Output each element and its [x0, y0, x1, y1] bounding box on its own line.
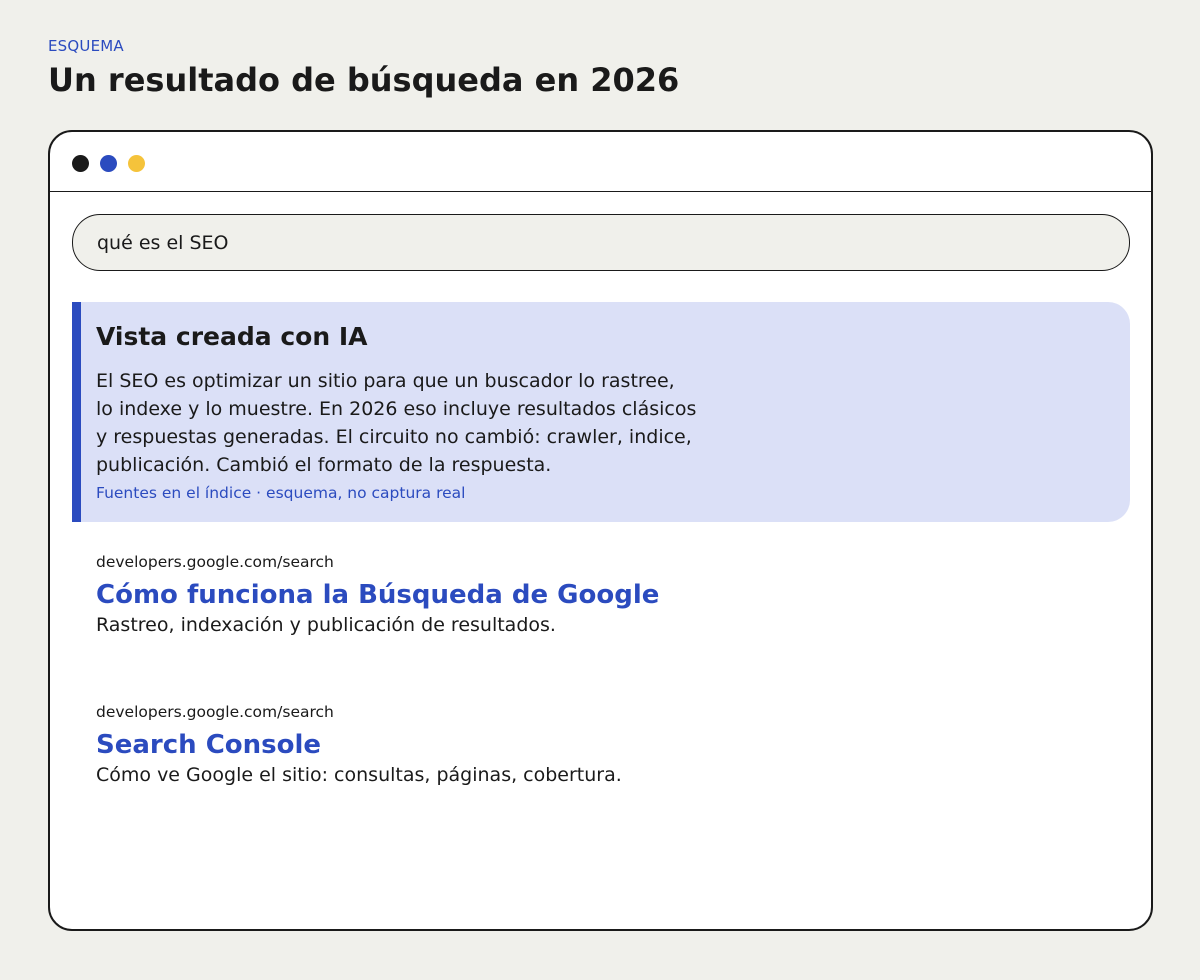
ai-overview-line: lo indexe y lo muestre. En 2026 eso incl…	[96, 398, 697, 420]
ai-overview-body: El SEO es optimizar un sitio para que un…	[96, 367, 1130, 479]
ai-overview-sources-link[interactable]: Fuentes en el índice · esquema, no captu…	[96, 484, 1130, 502]
result-title-link[interactable]: Cómo funciona la Búsqueda de Google	[96, 579, 659, 611]
ai-overview-line: El SEO es optimizar un sitio para que un…	[96, 370, 675, 392]
ai-overview-line: publicación. Cambió el formato de la res…	[96, 454, 552, 476]
window-titlebar	[50, 132, 1151, 192]
page-title: Un resultado de búsqueda en 2026	[48, 61, 680, 99]
window-minimize-dot[interactable]	[100, 155, 117, 172]
ai-overview-line: y respuestas generadas. El circuito no c…	[96, 426, 692, 448]
section-eyebrow: ESQUEMA	[48, 37, 124, 55]
window-close-dot[interactable]	[72, 155, 89, 172]
result-url: developers.google.com/search	[96, 703, 334, 721]
result-title-link[interactable]: Search Console	[96, 729, 622, 761]
search-query-text: qué es el SEO	[97, 231, 229, 254]
search-result: developers.google.com/search Cómo funcio…	[96, 552, 659, 638]
search-result: developers.google.com/search Search Cons…	[96, 702, 622, 788]
result-url: developers.google.com/search	[96, 553, 334, 571]
result-snippet: Rastreo, indexación y publicación de res…	[96, 614, 556, 636]
search-input[interactable]: qué es el SEO	[72, 214, 1130, 271]
result-snippet: Cómo ve Google el sitio: consultas, pági…	[96, 764, 622, 786]
ai-overview-panel: Vista creada con IA El SEO es optimizar …	[72, 302, 1130, 522]
ai-overview-title: Vista creada con IA	[96, 322, 368, 351]
window-maximize-dot[interactable]	[128, 155, 145, 172]
browser-window: qué es el SEO Vista creada con IA El SEO…	[48, 130, 1153, 931]
